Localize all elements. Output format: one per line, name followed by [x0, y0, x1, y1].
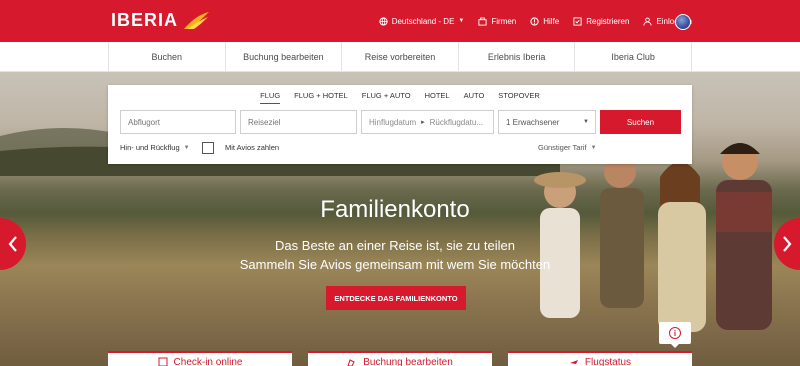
origin-input[interactable] [128, 117, 235, 127]
register-icon [573, 16, 582, 26]
chevron-down-icon: ▼ [183, 144, 190, 151]
tab-flug-hotel[interactable]: FLUG + HOTEL [294, 91, 348, 104]
tab-flug-auto[interactable]: FLUG + AUTO [362, 91, 411, 104]
flight-status-card-label: Flugstatus [584, 356, 632, 366]
search-button[interactable]: Suchen [600, 110, 681, 134]
plane-icon [569, 360, 578, 364]
tab-hotel[interactable]: HOTEL [425, 91, 450, 104]
fare-select[interactable]: Günstiger Tarif ▼ [538, 143, 597, 152]
nav-item-buchung-bearbeiten[interactable]: Buchung bearbeiten [226, 42, 343, 72]
help-label: Hilfe [543, 16, 560, 26]
passengers-select[interactable]: 1 Erwachsener ▼ [498, 110, 596, 134]
hero-subtitle-line2: Sammeln Sie Avios gemeinsam mit wem Sie … [239, 257, 551, 272]
tab-stopover[interactable]: STOPOVER [498, 91, 540, 104]
avios-label: Mit Avios zahlen [225, 143, 279, 152]
chevron-down-icon: ▼ [583, 119, 589, 125]
hero-subtitle-line1: Das Beste an einer Reise ist, sie zu tei… [275, 238, 515, 253]
tab-auto[interactable]: AUTO [464, 91, 485, 104]
avios-label-text: Mit Avios zahlen [225, 143, 280, 152]
chevron-down-icon: ▼ [458, 18, 465, 24]
country-label: Deutschland - DE [391, 16, 455, 26]
help-link[interactable]: Hilfe [530, 17, 559, 26]
trip-type-select[interactable]: Hin- und Rückflug ▼ [120, 143, 190, 152]
nav-item-reise-vorbereiten[interactable]: Reise vorbereiten [342, 42, 459, 72]
departure-date-input[interactable]: Hinflugdatum [369, 118, 416, 127]
avatar[interactable] [675, 14, 691, 30]
edit-icon [347, 359, 355, 366]
nav-item-iberia-club[interactable]: Iberia Club [575, 42, 692, 72]
destination-input[interactable] [248, 117, 356, 127]
logo-text: IBERIA [111, 10, 179, 30]
return-date-input[interactable]: Rückflugdatu... [430, 118, 483, 127]
chevron-right-icon [783, 236, 792, 252]
checkin-icon [158, 357, 168, 366]
passengers-value: 1 Erwachsener [506, 117, 560, 127]
trip-type-value: Hin- und Rückflug [120, 143, 180, 152]
register-label: Registrieren [586, 16, 630, 26]
top-nav: Deutschland - DE ▼ Firmen Hilfe Registri… [379, 0, 692, 42]
chevron-down-icon: ▼ [590, 144, 597, 151]
checkin-card-label: Check-in online [173, 356, 243, 366]
business-label: Firmen [491, 16, 517, 26]
arrow-right-icon: ▸ [421, 119, 425, 126]
fare-value: Günstiger Tarif [538, 143, 587, 152]
globe-icon [379, 16, 388, 26]
origin-field[interactable] [120, 110, 236, 134]
nav-item-erlebnis-iberia[interactable]: Erlebnis Iberia [459, 42, 576, 72]
discover-family-account-button[interactable]: ENTDECKE DAS FAMILIENKONTO [326, 286, 466, 310]
flight-search-panel: FLUG FLUG + HOTEL FLUG + AUTO HOTEL AUTO… [108, 85, 692, 164]
nav-item-buchen[interactable]: Buchen [109, 42, 226, 72]
search-tabs: FLUG FLUG + HOTEL FLUG + AUTO HOTEL AUTO… [108, 91, 692, 104]
destination-field[interactable] [240, 110, 357, 134]
flight-status-card[interactable]: Flugstatus [508, 351, 692, 366]
register-link[interactable]: Registrieren [573, 17, 629, 26]
info-icon: i [669, 327, 681, 339]
main-nav: Buchen Buchung bearbeiten Reise vorberei… [0, 42, 800, 72]
info-button[interactable]: i [659, 322, 691, 348]
top-header: IBERIA Deutschland - DE ▼ Firmen Hilfe R… [0, 0, 800, 42]
logo-wing-icon [184, 11, 210, 29]
user-icon [643, 17, 652, 26]
dates-field[interactable]: Hinflugdatum ▸ Rückflugdatu... [361, 110, 494, 134]
iberia-logo[interactable]: IBERIA [111, 10, 210, 31]
checkin-card[interactable]: Check-in online [108, 351, 292, 366]
country-selector[interactable]: Deutschland - DE ▼ [379, 16, 465, 26]
help-icon [530, 16, 539, 26]
tab-flug[interactable]: FLUG [260, 91, 281, 104]
avios-checkbox[interactable] [202, 142, 214, 154]
building-icon [478, 16, 487, 26]
hero-title: Familienkonto [320, 196, 470, 223]
business-link[interactable]: Firmen [478, 17, 516, 26]
chevron-left-icon [8, 236, 17, 252]
manage-booking-card-label: Buchung bearbeiten [363, 356, 453, 366]
manage-booking-card[interactable]: Buchung bearbeiten [308, 351, 492, 366]
